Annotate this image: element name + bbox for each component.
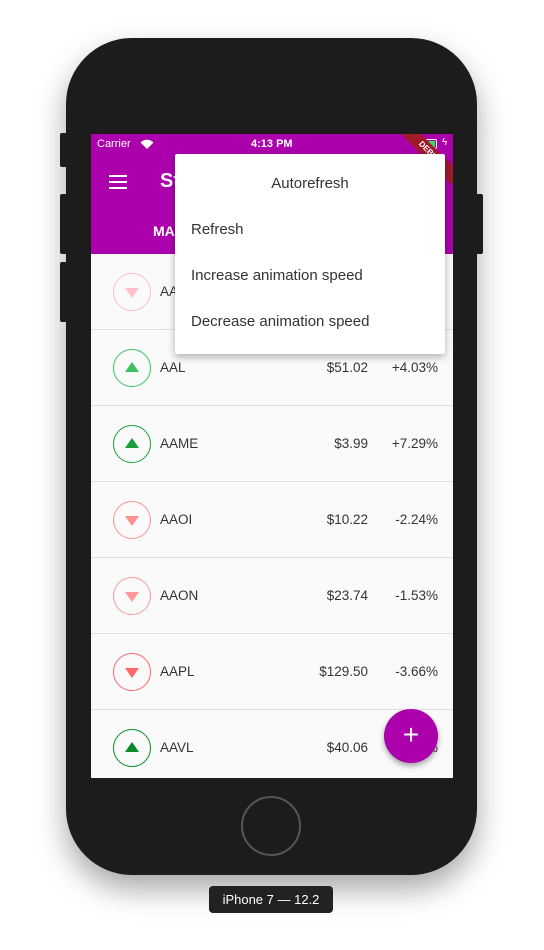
arrow-down-icon [125,592,139,602]
stock-price: $51.02 [326,360,368,375]
status-bar: Carrier 4:13 PM ϟ [91,134,453,154]
arrow-up-icon [125,438,139,448]
stock-price: $10.22 [326,512,368,527]
stock-symbol: AAVL [160,740,194,755]
stock-price: $3.99 [334,436,368,451]
power-button [476,194,483,254]
trend-indicator [113,273,151,311]
mute-switch [60,133,67,167]
carrier: Carrier [97,138,131,150]
stock-symbol: AAPL [160,664,195,679]
stock-change: -2.24% [395,512,438,527]
charging-icon: ϟ [442,137,448,148]
volume-up-button [60,194,67,254]
stock-change: +7.29% [391,436,438,451]
menu-item-decrease-speed[interactable]: Decrease animation speed [191,313,369,330]
stock-price: $23.74 [326,588,368,603]
stock-change: -3.66% [395,664,438,679]
stock-symbol: AAME [160,436,199,451]
menu-item-autorefresh[interactable]: Autorefresh [175,175,445,192]
home-button[interactable] [241,796,301,856]
device-label: iPhone 7 — 12.2 [209,886,333,913]
popup-menu: Autorefresh Refresh Increase animation s… [175,154,445,354]
trend-indicator [113,577,151,615]
stock-change: -1.53% [395,588,438,603]
trend-indicator [113,653,151,691]
stock-price: $129.50 [319,664,368,679]
stock-row[interactable]: AAME $3.99 +7.29% [91,406,453,482]
clock: 4:13 PM [251,138,293,150]
wifi-icon [140,139,154,149]
arrow-down-icon [125,668,139,678]
stock-row[interactable]: AAON $23.74 -1.53% [91,558,453,634]
arrow-up-icon [125,362,139,372]
menu-icon[interactable] [109,175,127,189]
trend-indicator [113,349,151,387]
menu-item-refresh[interactable]: Refresh [191,221,244,238]
stock-row[interactable]: AAPL $129.50 -3.66% [91,634,453,710]
stock-symbol: AAON [160,588,199,603]
stock-price: $40.06 [326,740,368,755]
stock-symbol: AAL [160,360,186,375]
arrow-up-icon [125,742,139,752]
stock-row[interactable]: AAOI $10.22 -2.24% [91,482,453,558]
volume-down-button [60,262,67,322]
arrow-down-icon [125,516,139,526]
trend-indicator [113,425,151,463]
stock-symbol: AAOI [160,512,193,527]
stock-change: +4.03% [391,360,438,375]
add-stock-button[interactable]: + [384,709,438,763]
trend-indicator [113,501,151,539]
menu-item-increase-speed[interactable]: Increase animation speed [191,267,363,284]
trend-indicator [113,729,151,767]
app-screen: Carrier 4:13 PM ϟ Stocks MARKET DEBUG AA… [91,134,453,778]
arrow-down-icon [125,288,139,298]
